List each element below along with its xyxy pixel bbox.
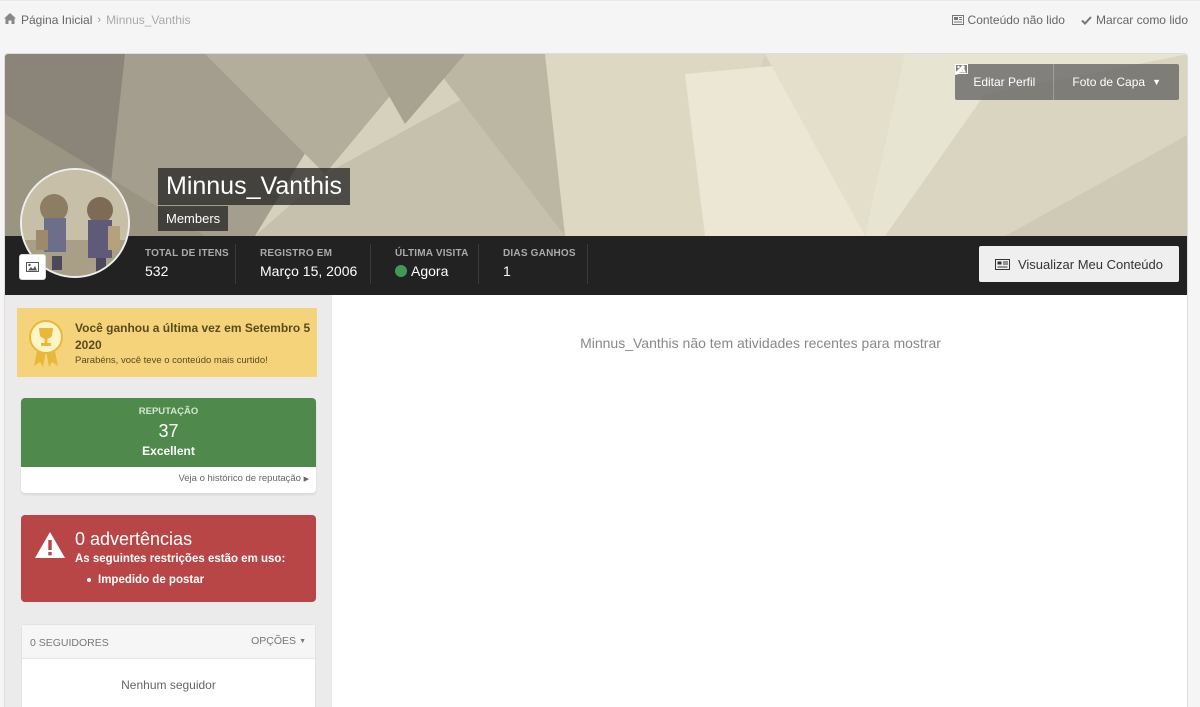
breadcrumb-current: Minnus_Vanthis — [106, 13, 191, 27]
reputation-history-link[interactable]: Veja o histórico de reputação ▶ — [21, 467, 316, 490]
warnings-title: 0 advertências — [75, 529, 193, 549]
profile-username: Minnus_Vanthis — [158, 168, 351, 205]
check-icon — [1081, 15, 1092, 25]
stat-last-visit: ÚLTIMA VISITA Agora — [395, 248, 469, 279]
followers-card: 0 SEGUIDORES OPÇÕES ▼ Nenhum seguidor — [21, 624, 316, 707]
cover-button-group: Editar Perfil Foto de Capa ▼ — [955, 64, 1179, 100]
profile-group: Members — [158, 206, 229, 231]
change-avatar-button[interactable] — [19, 254, 46, 280]
newspaper-icon — [994, 258, 1010, 270]
profile-card: Editar Perfil Foto de Capa ▼ Minnus_Vant… — [4, 53, 1188, 707]
stat-value: Agora — [395, 263, 469, 279]
view-my-content-label: Visualizar Meu Conteúdo — [1017, 256, 1163, 272]
restriction-item: Impedido de postar — [87, 574, 204, 586]
warnings-card: 0 advertências As seguintes restrições e… — [21, 515, 316, 602]
top-bar: Página Inicial › Minnus_Vanthis Conteúdo… — [0, 0, 1200, 40]
warning-icon — [35, 532, 65, 558]
home-icon[interactable] — [4, 13, 16, 27]
followers-count: 0 SEGUIDORES — [30, 637, 109, 649]
mark-read-link[interactable]: Marcar como lido — [1081, 13, 1188, 27]
stat-value: 1 — [503, 263, 511, 279]
breadcrumb: Página Inicial › Minnus_Vanthis — [4, 13, 191, 27]
newspaper-icon — [951, 15, 964, 25]
stat-divider — [587, 244, 588, 284]
stat-value: Março 15, 2006 — [260, 263, 358, 279]
online-status-icon — [395, 265, 407, 277]
award-subtitle: Parabéns, você teve o conteúdo mais curt… — [75, 355, 268, 366]
view-my-content-button[interactable]: Visualizar Meu Conteúdo — [979, 246, 1179, 282]
caret-down-icon: ▼ — [1152, 77, 1161, 87]
unread-content-label: Conteúdo não lido — [967, 13, 1065, 27]
caret-down-icon: ▼ — [299, 637, 306, 645]
followers-header: 0 SEGUIDORES OPÇÕES ▼ — [22, 625, 315, 659]
stat-value: 532 — [145, 263, 169, 279]
bullet-icon — [87, 578, 91, 582]
image-icon — [955, 64, 969, 74]
stat-divider — [235, 244, 236, 284]
edit-profile-button[interactable]: Editar Perfil — [955, 64, 1053, 100]
activity-empty-message: Minnus_Vanthis não tem atividades recent… — [580, 335, 941, 351]
stat-total-items: TOTAL DE ITENS 532 — [145, 248, 229, 279]
image-icon — [26, 262, 39, 272]
warnings-subtitle: As seguintes restrições estão em uso: — [75, 553, 286, 565]
topbar-actions: Conteúdo não lido Marcar como lido — [951, 13, 1188, 27]
profile-sidebar: Você ganhou a última vez em Setembro 5 2… — [5, 295, 332, 707]
unread-content-link[interactable]: Conteúdo não lido — [951, 13, 1065, 27]
cover-photo-button[interactable]: Foto de Capa ▼ — [955, 64, 1179, 100]
stat-label: TOTAL DE ITENS — [145, 248, 229, 259]
stat-registered: REGISTRO EM Março 15, 2006 — [260, 248, 357, 279]
edit-profile-label: Editar Perfil — [973, 75, 1036, 89]
activity-feed: Minnus_Vanthis não tem atividades recent… — [332, 295, 1187, 707]
award-title: Você ganhou a última vez em Setembro 5 2… — [75, 321, 311, 352]
breadcrumb-home-link[interactable]: Página Inicial — [21, 13, 92, 27]
followers-empty-message: Nenhum seguidor — [121, 678, 216, 692]
chevron-right-icon: › — [97, 14, 102, 26]
profile-stats-bar: TOTAL DE ITENS 532 REGISTRO EM Março 15,… — [5, 236, 1187, 295]
stat-divider — [370, 244, 371, 284]
trophy-icon — [29, 320, 63, 367]
reputation-summary: REPUTAÇÃO 37 Excellent — [21, 398, 316, 467]
stat-days-won: DIAS GANHOS 1 — [503, 248, 576, 279]
followers-options-menu[interactable]: OPÇÕES ▼ — [251, 635, 306, 647]
stat-label: DIAS GANHOS — [503, 248, 576, 259]
mark-read-label: Marcar como lido — [1095, 13, 1188, 27]
award-banner: Você ganhou a última vez em Setembro 5 2… — [17, 308, 317, 377]
stat-label: REGISTRO EM — [260, 248, 333, 259]
stat-label: ÚLTIMA VISITA — [395, 248, 469, 259]
reputation-value: 37 — [158, 421, 179, 441]
caret-right-icon: ▶ — [303, 476, 309, 483]
stat-divider — [478, 244, 479, 284]
reputation-level: Excellent — [142, 444, 195, 458]
reputation-label: REPUTAÇÃO — [138, 406, 199, 417]
reputation-card: REPUTAÇÃO 37 Excellent Veja o histórico … — [21, 398, 316, 493]
cover-photo-label: Foto de Capa — [1072, 75, 1146, 89]
